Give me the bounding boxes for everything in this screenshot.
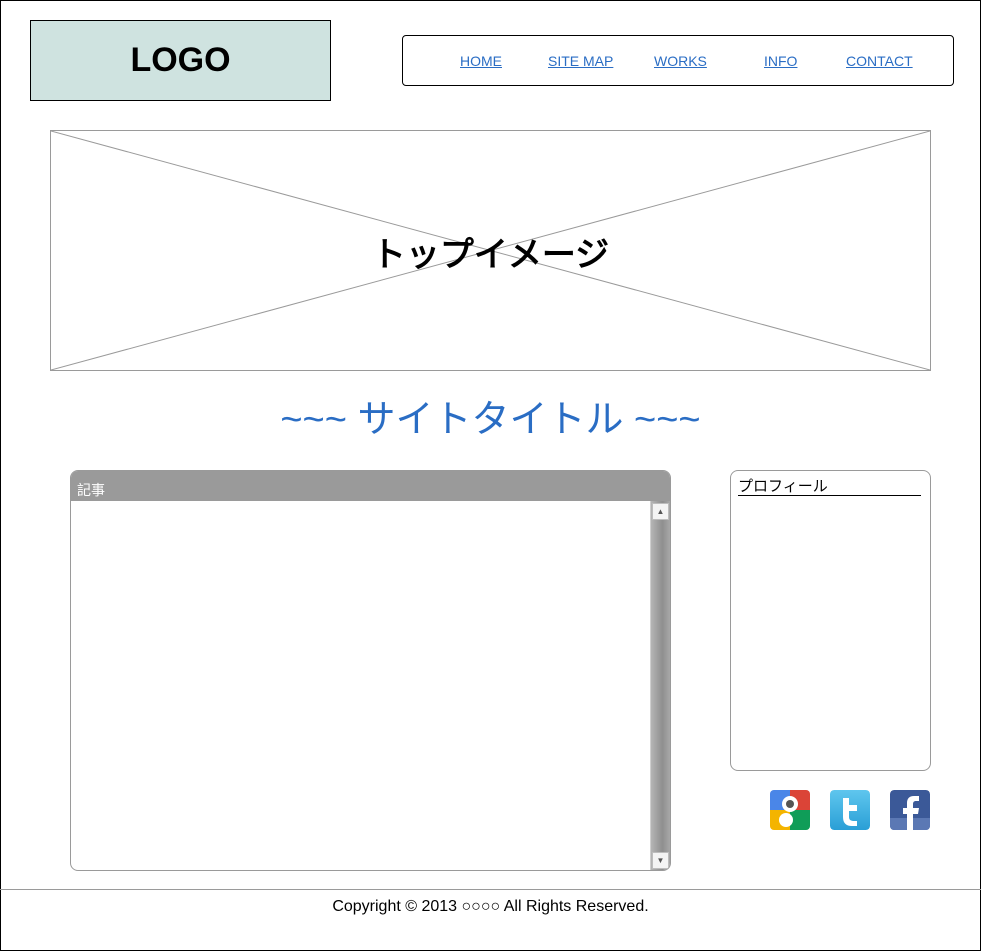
copyright-text: Copyright © 2013 ○○○○ All Rights Reserve…: [332, 898, 649, 915]
nav-link-works[interactable]: WORKS: [654, 53, 707, 69]
nav-link-home[interactable]: HOME: [460, 53, 502, 69]
article-scrollbar[interactable]: ▲ ▼: [650, 501, 670, 870]
article-panel: 記事 ▲ ▼: [70, 470, 671, 871]
scroll-up-icon[interactable]: ▲: [652, 503, 669, 520]
nav-link-site-map[interactable]: SITE MAP: [548, 53, 613, 69]
nav-link-contact[interactable]: CONTACT: [846, 53, 913, 69]
google-plus-icon[interactable]: [770, 790, 810, 830]
footer-divider: [0, 889, 981, 890]
facebook-icon[interactable]: [890, 790, 930, 830]
article-header: 記事: [71, 471, 670, 501]
profile-panel: プロフィール: [730, 470, 931, 771]
global-nav: HOME SITE MAP WORKS INFO CONTACT: [402, 35, 954, 86]
site-title: ~~~ サイトタイトル ~~~: [280, 399, 701, 441]
logo-text: LOGO: [130, 41, 231, 79]
profile-title: プロフィール: [738, 478, 921, 496]
site-logo[interactable]: LOGO: [30, 20, 331, 101]
top-image-label: トップイメージ: [371, 236, 610, 274]
nav-link-info[interactable]: INFO: [764, 53, 797, 69]
scroll-down-icon[interactable]: ▼: [652, 852, 669, 869]
twitter-icon[interactable]: [830, 790, 870, 830]
top-image-placeholder: トップイメージ: [50, 130, 931, 371]
